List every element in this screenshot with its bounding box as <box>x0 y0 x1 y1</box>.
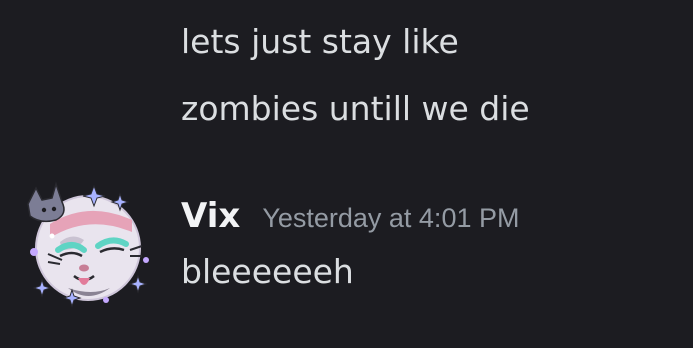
message-content[interactable]: zombies untill we die <box>181 89 530 129</box>
message-header: Vix Yesterday at 4:01 PM <box>181 196 519 244</box>
message-content[interactable]: bleeeeeeh <box>181 252 354 292</box>
avatar-image <box>27 181 153 308</box>
message-content[interactable]: lets just stay like <box>181 22 459 62</box>
author-name[interactable]: Vix <box>181 196 240 236</box>
avatar[interactable] <box>22 180 156 308</box>
timestamp[interactable]: Yesterday at 4:01 PM <box>262 203 519 234</box>
